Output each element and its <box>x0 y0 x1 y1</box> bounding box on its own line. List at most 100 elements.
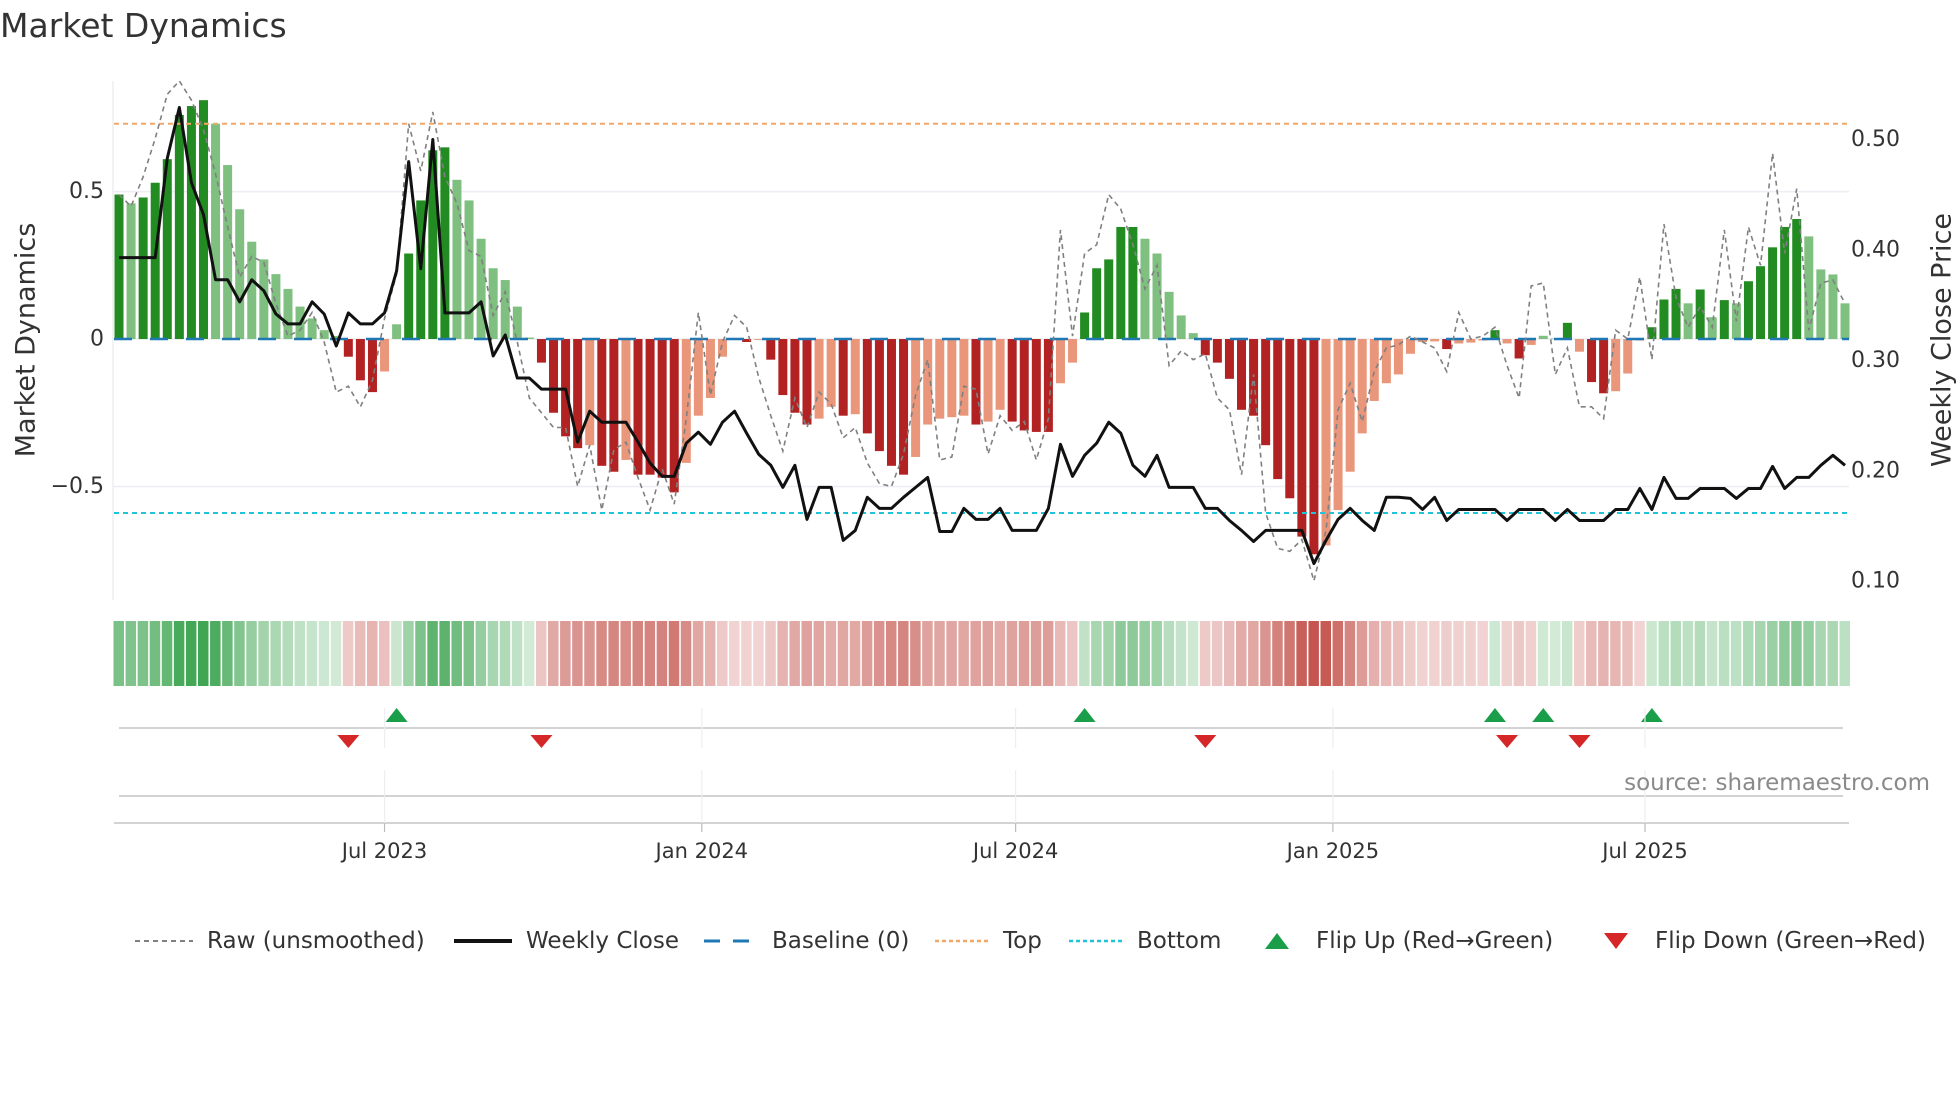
bar-positive <box>476 238 486 340</box>
bar-negative <box>355 339 365 381</box>
bar-negative <box>1055 339 1065 384</box>
heatmap-cell <box>1441 621 1452 686</box>
heatmap-cell <box>1477 621 1488 686</box>
bar-positive <box>1756 266 1766 340</box>
legend-label: Top <box>1003 928 1042 954</box>
heatmap-cell <box>1755 621 1766 686</box>
heatmap-cell <box>1223 621 1235 686</box>
heatmap-cell <box>149 621 161 686</box>
x-tick-label: Jan 2025 <box>1285 839 1380 863</box>
heatmap-cell <box>910 621 921 686</box>
bar-negative <box>1623 339 1633 374</box>
heatmap-cell <box>535 621 547 686</box>
bar-positive <box>1080 312 1090 340</box>
heatmap-cell <box>258 621 269 686</box>
legend-label: Bottom <box>1137 928 1222 954</box>
y2-axis-label: Weekly Close Price <box>1927 213 1958 467</box>
heatmap-cell <box>982 621 994 686</box>
dotted-orange-line-icon <box>935 939 989 943</box>
heatmap-cell <box>487 621 499 686</box>
y2-tick-label: 0.50 <box>1851 127 1900 152</box>
bar-negative <box>886 339 896 466</box>
bar-negative <box>1249 339 1259 416</box>
flip-down-marker <box>1194 735 1217 748</box>
heatmap-cell <box>1827 621 1838 686</box>
heatmap-cell <box>306 621 318 686</box>
heatmap-cell <box>294 621 306 686</box>
heatmap-cell <box>391 621 402 686</box>
bar-negative <box>1212 339 1222 363</box>
legend-item-raw: Raw (unsmoothed) <box>135 924 425 958</box>
bar-negative <box>1345 339 1355 472</box>
bar-positive <box>1840 303 1850 340</box>
dotted-cyan-line-icon <box>1069 939 1123 943</box>
flip-down-marker <box>530 735 553 748</box>
heatmap-cell <box>1610 621 1621 686</box>
heatmap-cell <box>1356 621 1368 686</box>
heatmap-cell <box>222 621 233 686</box>
bar-positive <box>1780 226 1790 340</box>
heatmap-cell <box>704 621 716 686</box>
heatmap-cell <box>1815 621 1826 686</box>
heatmap-cell <box>342 621 354 686</box>
heatmap-cell <box>994 621 1006 686</box>
heatmap-cell <box>1803 621 1814 686</box>
bar-positive <box>1792 219 1802 340</box>
heatmap-cell <box>1054 621 1066 686</box>
heatmap-cell <box>1042 621 1054 686</box>
heatmap-cell <box>1573 621 1585 686</box>
y-tick-label: −0.5 <box>51 474 104 499</box>
bar-negative <box>995 339 1005 410</box>
heatmap-cell <box>161 621 173 686</box>
bar-negative <box>862 339 872 434</box>
bar-positive <box>283 288 293 340</box>
bar-positive <box>404 253 414 340</box>
heatmap-cell <box>1489 621 1500 686</box>
bar-negative <box>1405 339 1415 354</box>
bar-positive <box>211 123 221 340</box>
heatmap-cell <box>1404 621 1416 686</box>
heatmap-cell <box>1067 621 1078 686</box>
bar-negative <box>874 339 884 452</box>
heatmap-cell <box>656 621 668 686</box>
bar-negative <box>343 339 353 357</box>
bar-positive <box>500 280 510 340</box>
heatmap-cell <box>560 621 571 686</box>
heatmap-cell <box>1320 621 1331 686</box>
bar-positive <box>186 106 196 340</box>
heatmap-cell <box>1006 621 1018 686</box>
x-tick-label: Jul 2025 <box>1600 839 1687 863</box>
dashed-gray-line-icon <box>135 940 193 942</box>
bar-negative <box>1309 339 1319 555</box>
heatmap-cell <box>717 621 728 686</box>
heatmap-cell <box>596 621 607 686</box>
bar-negative <box>1574 339 1584 352</box>
heatmap-cell <box>898 621 909 686</box>
heatmap-cell <box>1670 621 1682 686</box>
bar-positive <box>1562 322 1572 340</box>
bar-negative <box>1297 339 1307 537</box>
heatmap-cell <box>1103 621 1114 686</box>
bar-negative <box>971 339 981 425</box>
bar-negative <box>633 339 643 475</box>
bar-negative <box>766 339 776 360</box>
legend-label: Flip Up (Red→Green) <box>1316 928 1554 954</box>
bar-negative <box>1237 339 1247 410</box>
bar-positive <box>1828 274 1838 340</box>
heatmap-cell <box>1417 621 1428 686</box>
bar-negative <box>1224 339 1234 379</box>
heatmap-cell <box>946 621 957 686</box>
bar-negative <box>814 339 824 419</box>
series-lines <box>118 79 1846 584</box>
heatmap-cell <box>1380 621 1392 686</box>
heatmap-cell <box>439 621 450 686</box>
bar-negative <box>850 339 860 415</box>
bar-negative <box>1321 339 1331 546</box>
bar-negative <box>802 339 812 425</box>
heatmap-cell <box>185 621 197 686</box>
flip-down-marker <box>1496 735 1519 748</box>
heatmap-cell <box>451 621 462 686</box>
heatmap-cell <box>1791 621 1802 686</box>
heatmap-cell <box>113 621 124 686</box>
bar-positive <box>464 200 474 340</box>
